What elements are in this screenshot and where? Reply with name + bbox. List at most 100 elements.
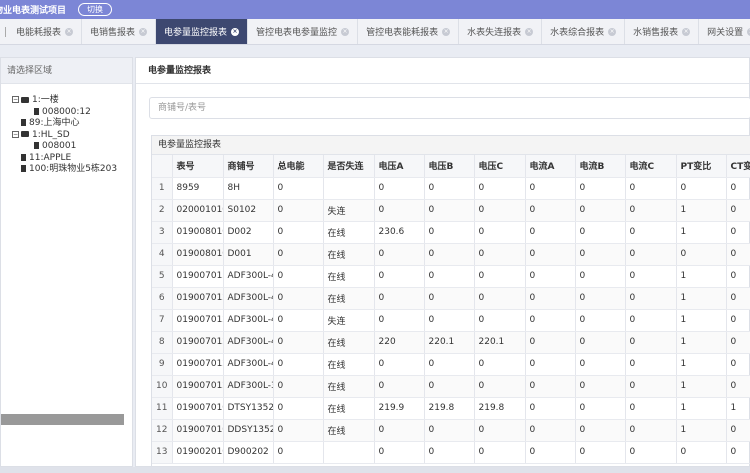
column-header[interactable]: 商铺号 xyxy=(223,155,274,178)
table-row[interactable]: 9 019007012 ADF300L-4 0 在线 0 0 0 0 0 0 1 0 xyxy=(152,353,750,376)
tab-3[interactable]: 管控电表电参量监控 × xyxy=(248,19,359,44)
table-cell: 1 xyxy=(676,353,727,376)
tree-node[interactable]: 89:上海中心 xyxy=(12,118,134,130)
table-cell: 0 xyxy=(424,287,475,310)
column-header[interactable]: 电压B xyxy=(424,155,475,178)
tab-1[interactable]: 电销售报表 × xyxy=(82,19,157,44)
tab-0[interactable]: 电能耗报表 × xyxy=(0,19,83,44)
column-header[interactable]: 电流B xyxy=(575,155,626,178)
row-number: 7 xyxy=(152,309,173,332)
close-icon[interactable]: × xyxy=(139,27,148,36)
tab-8[interactable]: 网关设置× xyxy=(699,19,750,44)
table-row[interactable]: 11 019007010 DTSY1352 0 在线 219.9 219.8 219.8 0 0 0… xyxy=(152,397,750,420)
table-cell: 在线 xyxy=(323,243,375,266)
table-cell: 0 xyxy=(424,221,475,244)
row-number: 3 xyxy=(152,221,173,244)
close-icon[interactable]: × xyxy=(231,27,240,36)
table-cell: 0 xyxy=(273,265,324,288)
close-icon[interactable]: × xyxy=(608,27,617,36)
tree-node[interactable]: − 1:HL_SD xyxy=(12,130,134,142)
table-row[interactable]: 2 020001010 S0102 0 失连 0 0 0 0 0 0 1 0 xyxy=(152,199,750,222)
table-cell: 0 xyxy=(474,353,526,376)
table-cell: 0 xyxy=(625,375,677,398)
tab-label: 管控电表能耗报表 xyxy=(366,28,439,38)
table-cell: 0 xyxy=(424,243,475,266)
tab-2[interactable]: 电参量监控报表 × xyxy=(156,19,249,44)
table-row[interactable]: 13 019002010 D900202 0 0 0 0 0 0 0 0 0 xyxy=(152,441,750,464)
table-cell: 0 xyxy=(374,375,425,398)
tab-6[interactable]: 水表综合报表 × xyxy=(542,19,626,44)
row-number: 2 xyxy=(152,199,173,222)
table-cell: 0 xyxy=(374,419,425,442)
column-header[interactable]: 总电能 xyxy=(273,155,324,178)
tree-node-label: 11:APPLE xyxy=(29,152,72,163)
table-cell: 0 xyxy=(374,353,425,376)
table-row[interactable]: 10 019007012 ADF300L-3 0 在线 0 0 0 0 0 0 1 0 xyxy=(152,375,750,398)
close-icon[interactable]: × xyxy=(682,27,691,36)
tab-4[interactable]: 管控电表能耗报表 × xyxy=(358,19,460,44)
table-cell: D900202 xyxy=(223,441,274,464)
column-header[interactable]: 电流C xyxy=(625,155,677,178)
table-cell: 0 xyxy=(625,243,677,266)
table-cell: 0 xyxy=(726,419,750,442)
column-header[interactable]: PT变比 xyxy=(676,155,727,178)
tab-7[interactable]: 水销售报表 × xyxy=(625,19,700,44)
table-cell: 0 xyxy=(273,177,324,200)
table-cell: 0 xyxy=(374,243,425,266)
column-header[interactable]: 电压C xyxy=(474,155,526,178)
column-header[interactable]: 电流A xyxy=(525,155,576,178)
table-cell: 1 xyxy=(676,397,727,420)
tree-node-label: 1:HL_SD xyxy=(32,129,70,140)
table-cell: 0 xyxy=(474,199,526,222)
table-row[interactable]: 1 8959 8H 0 0 0 0 0 0 0 0 0 xyxy=(152,177,750,200)
table-cell: 1 xyxy=(676,375,727,398)
tree-horizontal-scrollbar[interactable] xyxy=(1,414,124,425)
close-icon[interactable]: × xyxy=(442,27,451,36)
close-icon[interactable]: × xyxy=(341,27,350,36)
tab-separator xyxy=(0,26,6,37)
tab-label: 水销售报表 xyxy=(633,28,679,38)
tree-node[interactable]: 100:明珠物业5栋203 xyxy=(12,164,134,176)
report-title: 电参量监控报表 xyxy=(136,58,749,84)
column-header[interactable]: 是否失连 xyxy=(323,155,375,178)
row-number: 1 xyxy=(152,177,173,200)
table-cell: 0 xyxy=(474,177,526,200)
tree-node[interactable]: 008000:12 xyxy=(12,107,134,119)
table-row[interactable]: 7 019007012 ADF300L-4 0 失连 0 0 0 0 0 0 1 0 xyxy=(152,309,750,332)
table-cell: 在线 xyxy=(323,265,375,288)
column-header[interactable]: 电压A xyxy=(374,155,425,178)
table-cell: 019008010 xyxy=(172,221,224,244)
close-icon[interactable]: × xyxy=(65,27,74,36)
tree-node[interactable]: 11:APPLE xyxy=(12,153,134,165)
table-row[interactable]: 12 019007010 DDSY1352 0 在线 0 0 0 0 0 0 1 0 xyxy=(152,419,750,442)
row-number: 5 xyxy=(152,265,173,288)
table-cell: 0 xyxy=(273,287,324,310)
table-cell: DTSY1352 xyxy=(223,397,274,420)
row-number: 4 xyxy=(152,243,173,266)
table-cell: 在线 xyxy=(323,221,375,244)
table-cell: 0 xyxy=(676,243,727,266)
tree-node[interactable]: − 1:一楼 xyxy=(12,95,134,107)
table-row[interactable]: 8 019007012 ADF300L-4 0 在线 220 220.1 220.1 0 0 0 1 0 xyxy=(152,331,750,354)
column-header[interactable]: 表号 xyxy=(172,155,224,178)
table-row[interactable]: 3 019008010 D002 0 在线 230.6 0 0 0 0 0 1 0 xyxy=(152,221,750,244)
table-row[interactable]: 5 019007013 ADF300L-4 0 在线 0 0 0 0 0 0 1 0 xyxy=(152,265,750,288)
table-cell: 0 xyxy=(424,441,475,464)
table-cell: 0 xyxy=(424,177,475,200)
collapse-toggle-icon[interactable]: − xyxy=(12,130,19,138)
table-row[interactable]: 6 019007012 ADF300L-4 0 在线 0 0 0 0 0 0 1 0 xyxy=(152,287,750,310)
search-input[interactable] xyxy=(149,97,750,119)
table-cell: 0 xyxy=(625,287,677,310)
table-cell: 0 xyxy=(374,265,425,288)
switch-project-button[interactable]: 切换 xyxy=(78,3,113,16)
row-number: 9 xyxy=(152,353,173,376)
column-header[interactable]: CT变比 xyxy=(726,155,750,178)
tree-node[interactable]: 008001 xyxy=(12,141,134,153)
report-grid: 电参量监控报表 表号 商铺号 总电能 是否失连 电压A 电压B 电压C 电流A 电流B 电流C PT… xyxy=(151,135,750,468)
collapse-toggle-icon[interactable]: − xyxy=(12,96,19,103)
tab-5[interactable]: 水表失连报表 × xyxy=(459,19,543,44)
table-cell: 0 xyxy=(575,287,626,310)
table-row[interactable]: 4 019008010 D001 0 在线 0 0 0 0 0 0 0 0 xyxy=(152,243,750,266)
close-icon[interactable]: × xyxy=(525,27,534,36)
table-cell: 0 xyxy=(273,375,324,398)
